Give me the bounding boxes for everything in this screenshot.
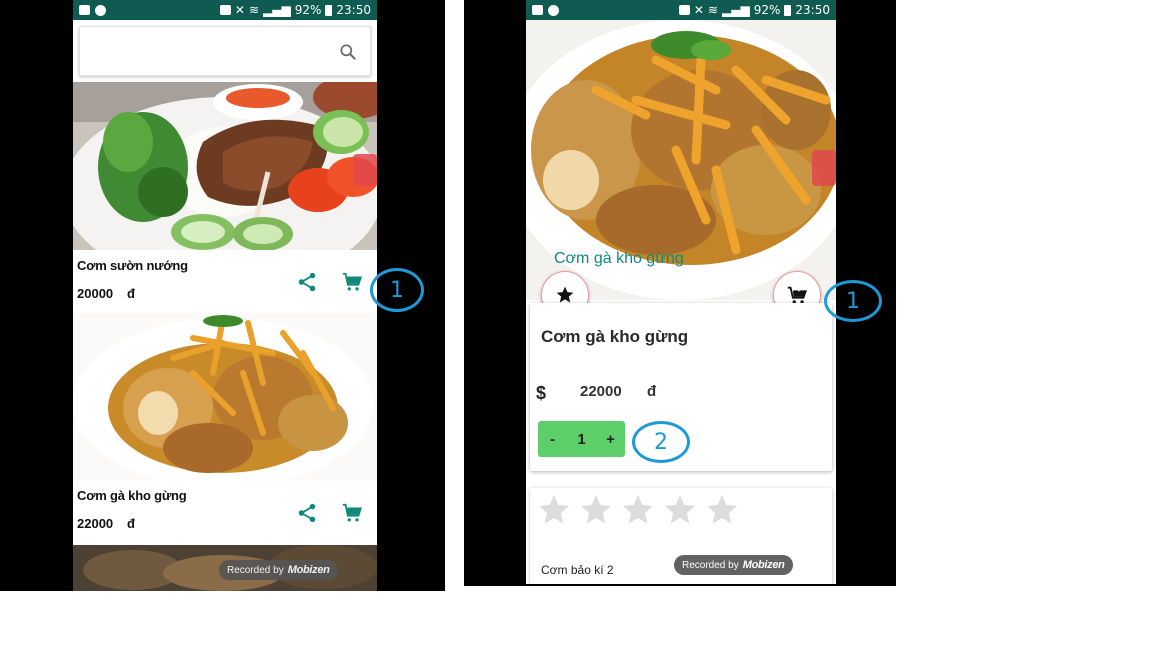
- mute-icon: ✕: [693, 3, 704, 17]
- recorded-by-badge: Recorded by Mobizen: [674, 555, 793, 575]
- quantity-stepper: - 1 +: [538, 421, 625, 457]
- item-price: 20000: [77, 286, 114, 301]
- rating-star-icon[interactable]: [536, 492, 572, 528]
- detail-currency: đ: [647, 383, 657, 400]
- decrease-quantity-button[interactable]: -: [546, 431, 560, 448]
- food-image-com-suon[interactable]: [73, 82, 377, 250]
- item-currency: đ: [127, 516, 135, 531]
- item-currency: đ: [127, 286, 135, 301]
- star-rating[interactable]: [536, 492, 740, 528]
- search-bar[interactable]: [79, 26, 371, 76]
- cart-icon[interactable]: [341, 271, 363, 293]
- share-icon[interactable]: [296, 502, 318, 524]
- mute-icon: ✕: [234, 3, 245, 17]
- battery-percent: 92%: [753, 3, 781, 17]
- rating-star-icon[interactable]: [578, 492, 614, 528]
- item-name: Cơm gà kho gừng: [77, 488, 187, 503]
- signal-icon: ▂▄▆: [263, 3, 291, 17]
- search-icon[interactable]: [338, 42, 358, 62]
- battery-icon: [325, 4, 333, 16]
- recorder-brand: Mobizen: [742, 559, 785, 571]
- rating-star-icon[interactable]: [704, 492, 740, 528]
- app-notification-icon: [548, 4, 559, 16]
- share-icon[interactable]: [296, 271, 318, 293]
- quantity-value: 1: [577, 430, 586, 448]
- star-icon: [556, 286, 574, 303]
- detail-price: 22000: [580, 383, 622, 400]
- annotation-callout-1: 1: [824, 280, 882, 322]
- wifi-icon: ≋: [248, 3, 260, 17]
- recorded-label: Recorded by: [682, 559, 739, 571]
- status-bar: ✕ ≋ ▂▄▆ 92% 23:50: [526, 0, 836, 20]
- annotation-callout-2: 2: [632, 421, 690, 463]
- item-name: Cơm sườn nướng: [77, 258, 188, 273]
- cart-icon[interactable]: [341, 502, 363, 524]
- status-bar: ✕ ≋ ▂▄▆ 92% 23:50: [73, 0, 377, 20]
- clock: 23:50: [336, 3, 371, 17]
- nfc-icon: [678, 5, 690, 15]
- nfc-icon: [219, 5, 231, 15]
- annotation-callout-1: 1: [370, 268, 424, 312]
- food-image-com-ga[interactable]: [73, 313, 377, 481]
- app-notification-icon: [95, 4, 106, 16]
- rating-star-icon[interactable]: [620, 492, 656, 528]
- menu-list-screen: ✕ ≋ ▂▄▆ 92% 23:50 Cơm sườn nướng 20000 đ…: [73, 0, 377, 591]
- clock: 23:50: [795, 3, 830, 17]
- item-detail-screen: ✕ ≋ ▂▄▆ 92% 23:50 Cơm gà kho gừng Cơm gà…: [526, 0, 836, 584]
- recorded-by-badge: Recorded by Mobizen: [219, 560, 338, 580]
- signal-icon: ▂▄▆: [722, 3, 750, 17]
- recorder-brand: Mobizen: [287, 564, 330, 576]
- hero-title: Cơm gà kho gừng: [554, 250, 684, 267]
- rating-star-icon[interactable]: [662, 492, 698, 528]
- recorded-label: Recorded by: [227, 564, 284, 576]
- item-price: 22000: [77, 516, 114, 531]
- increase-quantity-button[interactable]: +: [604, 431, 618, 448]
- dollar-icon: $: [536, 383, 547, 403]
- message-icon: [532, 5, 543, 15]
- battery-icon: [784, 4, 792, 16]
- search-input[interactable]: [90, 39, 330, 65]
- battery-percent: 92%: [294, 3, 322, 17]
- message-icon: [79, 5, 90, 15]
- detail-item-name: Cơm gà kho gừng: [541, 327, 689, 346]
- review-author: Cơm bảo kí 2: [541, 563, 614, 577]
- wifi-icon: ≋: [707, 3, 719, 17]
